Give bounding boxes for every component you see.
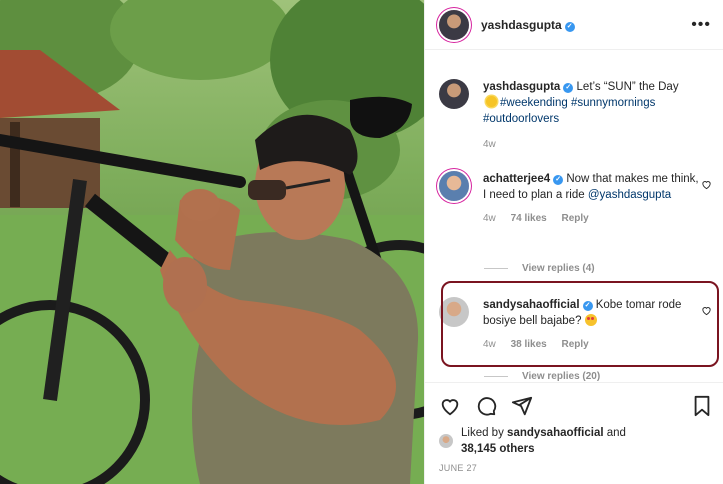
comment-age: 4w: [483, 339, 496, 350]
more-options-icon[interactable]: •••: [691, 16, 711, 34]
like-comment-heart-icon[interactable]: [701, 305, 712, 316]
header-username[interactable]: yashdasgupta ✓: [481, 18, 575, 32]
bookmark-icon[interactable]: [692, 395, 712, 417]
like-heart-icon[interactable]: [439, 395, 461, 417]
comment-mention[interactable]: @yashdasgupta: [588, 189, 671, 201]
verified-badge-icon: ✓: [563, 83, 574, 93]
caption: yashdasgupta ✓ Let’s “SUN” the Day #weeke…: [439, 79, 712, 153]
liked-by-and: and: [606, 427, 626, 439]
photo-illustration: [0, 0, 424, 484]
reply-button[interactable]: Reply: [562, 339, 589, 350]
caption-text: Let’s “SUN” the Day: [576, 81, 679, 93]
caption-username[interactable]: yashdasgupta ✓: [483, 81, 574, 93]
like-comment-heart-icon[interactable]: [701, 179, 712, 190]
comment-likes[interactable]: 38 likes: [511, 339, 547, 350]
avatar[interactable]: [439, 9, 469, 40]
avatar[interactable]: [439, 297, 469, 327]
caption-age: 4w: [483, 139, 496, 150]
share-paper-plane-icon[interactable]: [511, 395, 533, 417]
liked-by-others[interactable]: 38,145 others: [461, 443, 535, 455]
post-photo[interactable]: [0, 0, 424, 484]
comment-username[interactable]: sandysahaofficial ✓: [483, 299, 593, 311]
verified-badge-icon: ✓: [564, 21, 575, 32]
post-header: yashdasgupta ✓ •••: [425, 0, 723, 50]
verified-badge-icon: ✓: [553, 175, 564, 185]
liked-by-user[interactable]: sandysahaofficial: [507, 427, 604, 439]
comment-likes[interactable]: 74 likes: [511, 213, 547, 224]
view-replies-button[interactable]: View replies (4): [484, 263, 595, 274]
view-replies-button[interactable]: View replies (20): [484, 371, 600, 381]
comment-bubble-icon[interactable]: [475, 395, 497, 417]
post-actions: Liked by sandysahaofficial and 38,145 ot…: [425, 382, 723, 484]
comment-item: achatterjee4 ✓ Now that makes me think, I…: [439, 171, 712, 227]
liked-by-prefix: Liked by: [461, 427, 504, 439]
verified-badge-icon: ✓: [582, 301, 593, 311]
avatar[interactable]: [439, 79, 469, 109]
post-date[interactable]: JUNE 27: [425, 457, 723, 473]
comment-username[interactable]: achatterjee4 ✓: [483, 173, 564, 185]
caption-hashtags[interactable]: #weekending #sunnymornings #outdoorlover…: [483, 97, 655, 125]
liked-by: Liked by sandysahaofficial and 38,145 ot…: [425, 419, 723, 457]
avatar[interactable]: [439, 434, 453, 448]
sun-emoji-icon: [486, 96, 497, 107]
heart-eyes-emoji-icon: [584, 314, 597, 326]
post-side-panel: yashdasgupta ✓ ••• yashdasgupta ✓ Let’s “S…: [424, 0, 723, 484]
comment-item: sandysahaofficial ✓ Kobe tomar rode bosiy…: [439, 297, 712, 353]
comments-list[interactable]: yashdasgupta ✓ Let’s “SUN” the Day #weeke…: [425, 51, 723, 381]
comment-age: 4w: [483, 213, 496, 224]
reply-button[interactable]: Reply: [562, 213, 589, 224]
avatar[interactable]: [439, 171, 469, 201]
